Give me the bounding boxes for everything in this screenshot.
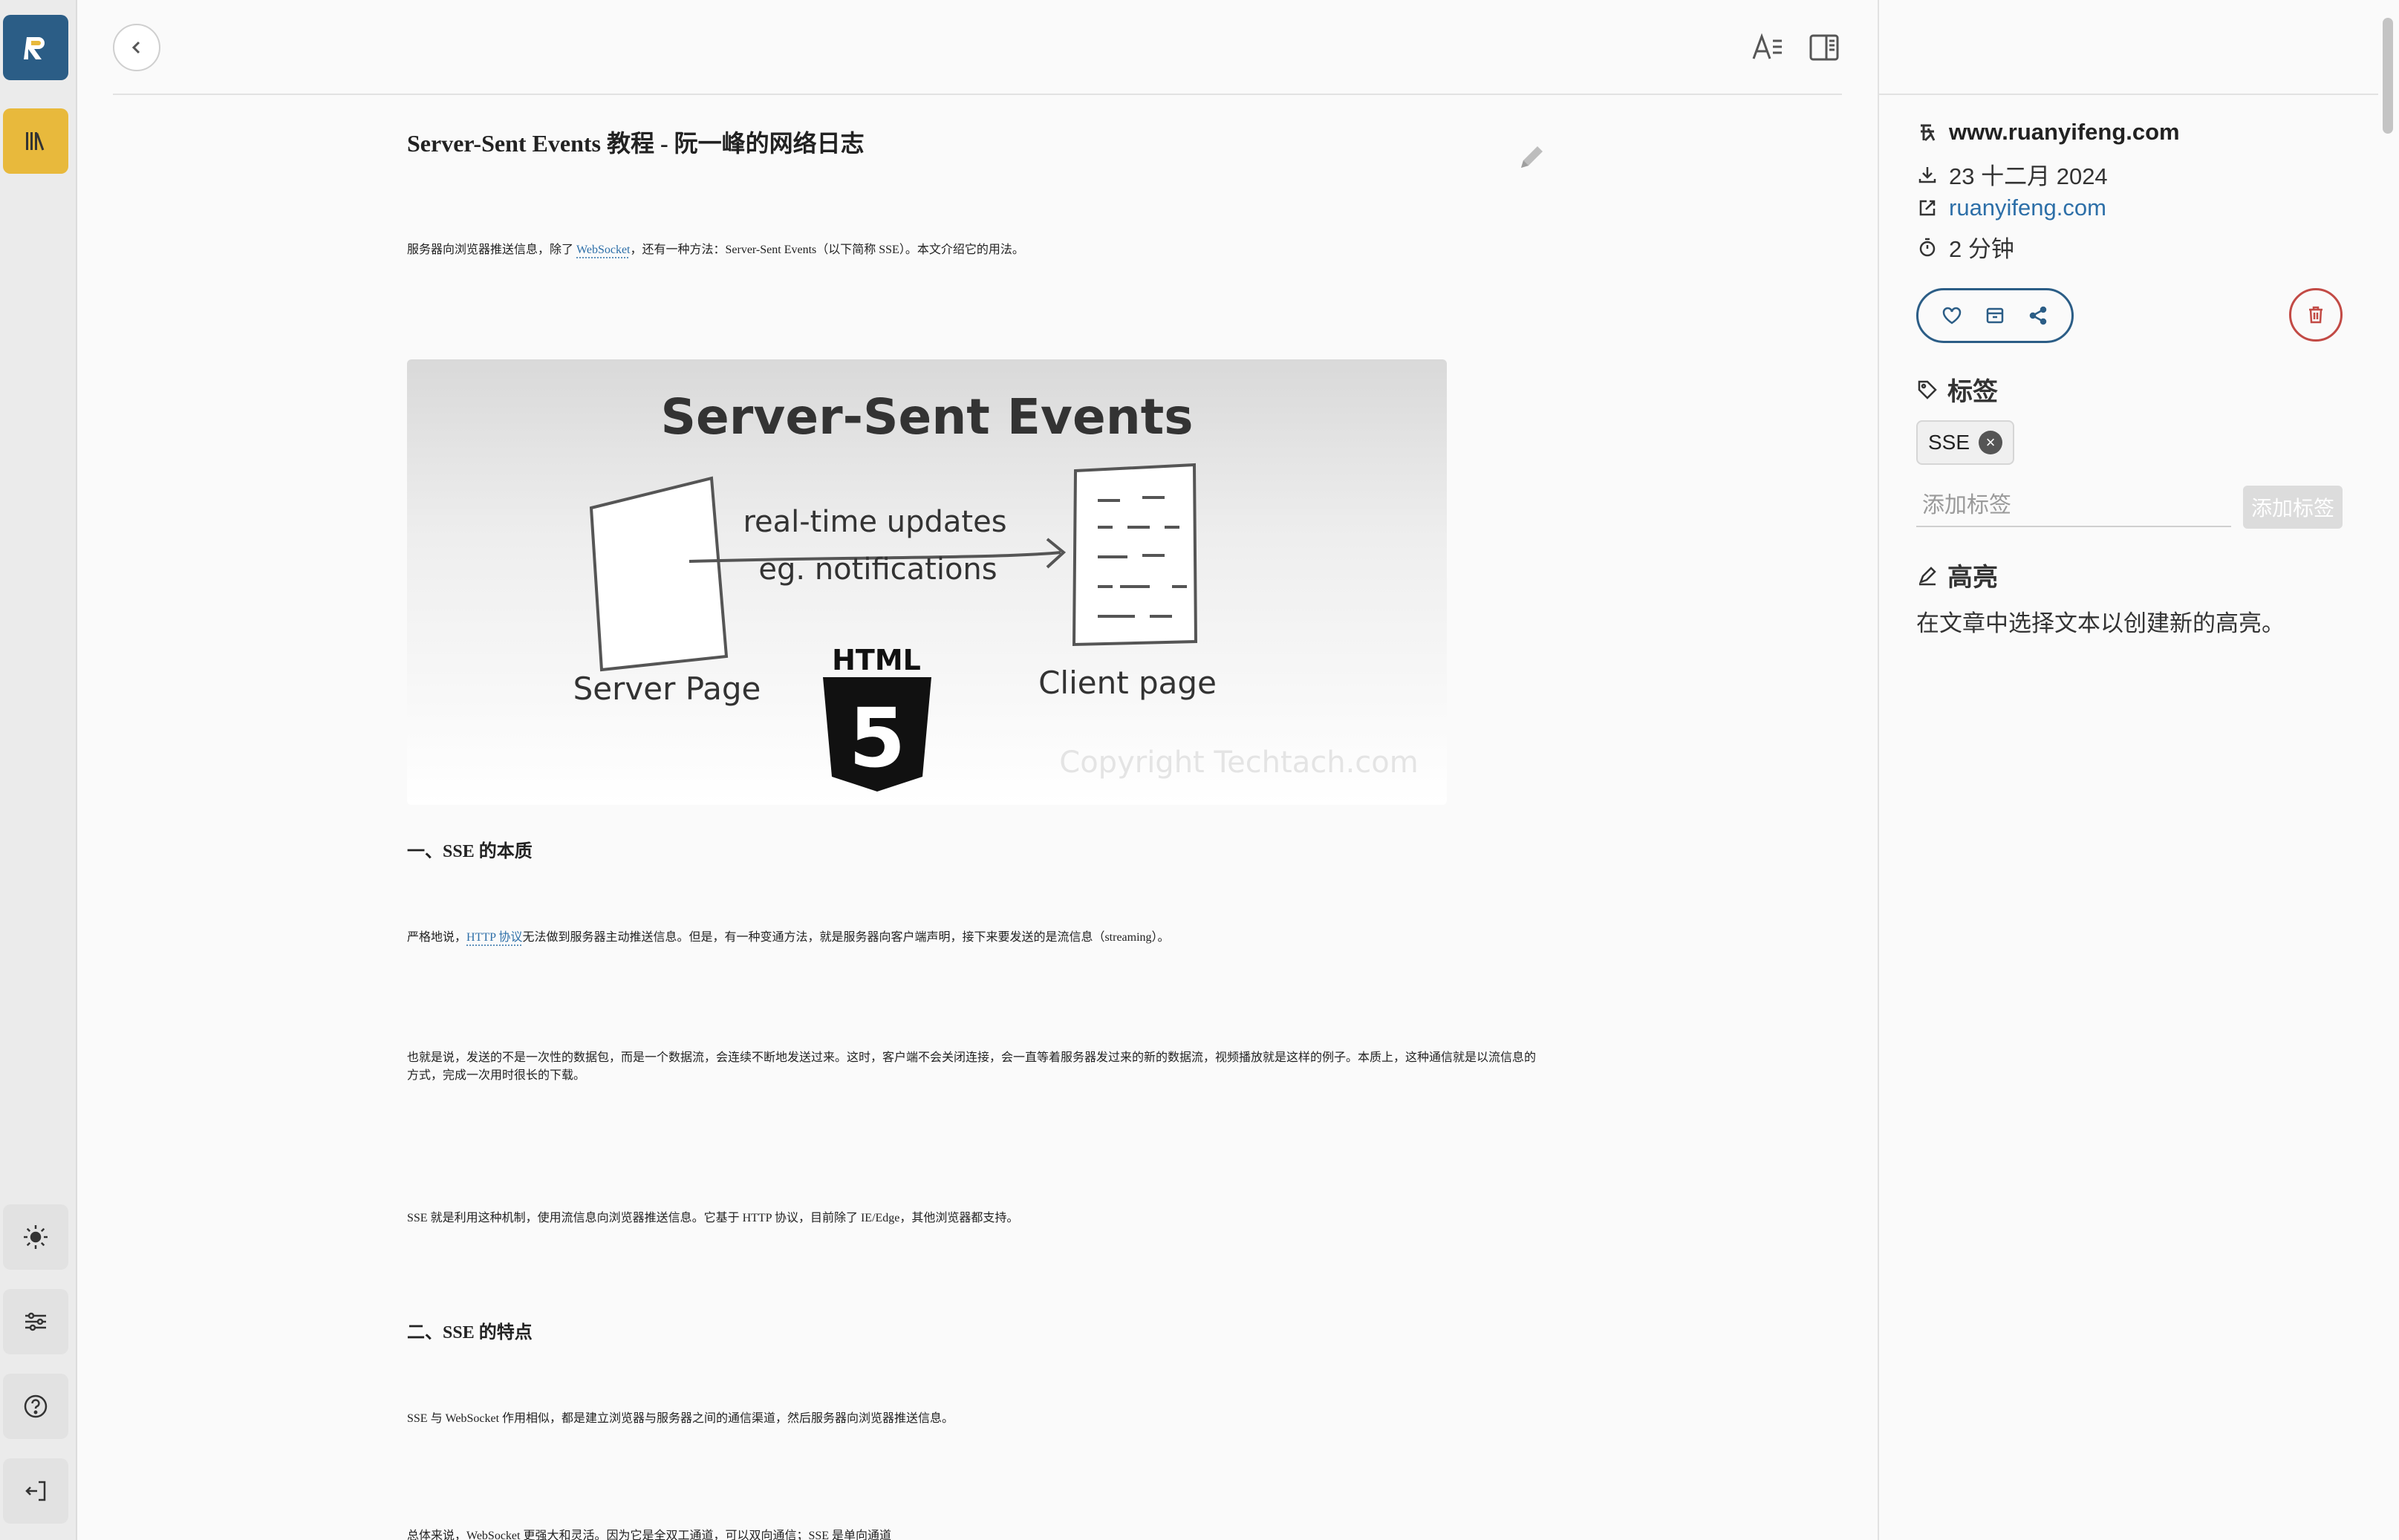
favorite-heart-icon[interactable] [1941, 304, 1963, 327]
help-button[interactable] [3, 1374, 68, 1439]
sun-icon [24, 1225, 48, 1249]
hero-title: Server-Sent Events [660, 388, 1193, 446]
info-panel: www.ruanyifeng.com 23 十二月 2024 ruanyifen… [1878, 0, 2378, 1540]
panel-divider [1879, 94, 2378, 95]
edit-title-icon[interactable] [1515, 141, 1548, 174]
websocket-link[interactable]: WebSocket [576, 244, 630, 256]
saved-date-row: 23 十二月 2024 [1916, 157, 2108, 191]
theme-toggle-button[interactable] [3, 1204, 68, 1270]
sse-diagram: Server-Sent Events real-time updates eg.… [573, 388, 1419, 792]
p1-text-1: 严格地说， [407, 931, 467, 944]
add-tag-button[interactable]: 添加标签 [2243, 486, 2343, 529]
remove-tag-icon[interactable]: × [1979, 431, 2003, 454]
paragraph-3: SSE 就是利用这种机制，使用流信息向浏览器推送信息。它基于 HTTP 协议，目… [407, 1212, 1019, 1224]
section-heading-1: 一、SSE 的本质 [407, 842, 533, 861]
read-time: 2 分钟 [1949, 236, 2014, 262]
http-protocol-link[interactable]: HTTP 协议 [466, 931, 522, 944]
download-icon [1918, 166, 1936, 183]
highlights-heading: 高亮 [1916, 557, 1998, 593]
highlighter-icon [1918, 566, 1936, 585]
toolbar-divider [113, 94, 1842, 95]
delete-button[interactable] [2289, 288, 2343, 342]
font-settings-icon [1752, 33, 1782, 59]
toggle-panel-button[interactable] [1805, 28, 1843, 67]
saved-date: 23 十二月 2024 [1949, 163, 2108, 189]
external-link-icon [1919, 200, 1936, 216]
logout-icon [25, 1481, 46, 1501]
timer-icon [1919, 238, 1936, 256]
tag-icon [1918, 380, 1937, 399]
paragraph-1: 严格地说，HTTP 协议无法做到服务器主动推送信息。但是，有一种变通方法，就是服… [407, 927, 1536, 944]
font-settings-button[interactable] [1748, 28, 1787, 67]
arrow-label-updates: real-time updates [743, 505, 1006, 539]
section-heading-2: 二、SSE 的特点 [407, 1323, 533, 1342]
sidebar-toggle-icon [1809, 34, 1839, 61]
left-rail [0, 0, 77, 1540]
server-page-label: Server Page [573, 671, 761, 707]
tags-heading: 标签 [1916, 371, 1998, 408]
tag-input[interactable] [1916, 486, 2231, 527]
help-circle-icon [24, 1394, 48, 1418]
chevron-left-icon [131, 41, 140, 54]
hero-watermark: Copyright Techtach.com [1059, 745, 1418, 780]
logout-button[interactable] [3, 1458, 68, 1524]
read-time-row: 2 分钟 [1916, 230, 2014, 264]
p1-text-2: 无法做到服务器主动推送信息。但是，有一种变通方法，就是服务器向客户端声明，接下来… [522, 931, 1170, 944]
reader-app-logo-icon [24, 37, 45, 59]
intro-text-2: ，还有一种方法：Server-Sent Events（以下简称 SSE）。本文介… [630, 244, 1024, 256]
tag-label: SSE [1928, 431, 1970, 454]
site-row: www.ruanyifeng.com [1916, 119, 2180, 146]
source-link[interactable]: ruanyifeng.com [1949, 195, 2106, 221]
paragraph-2: 也就是说，发送的不是一次性的数据包，而是一个数据流，会连续不断地发送过来。这时，… [407, 1051, 1537, 1082]
article-actions [1916, 288, 2074, 343]
server-page-sketch [589, 476, 729, 672]
paragraph-5: 总体来说，WebSocket 更强大和灵活。因为它是全双工通道，可以双向通信；S… [407, 1530, 892, 1540]
library-button[interactable] [3, 108, 68, 174]
back-button[interactable] [113, 24, 160, 71]
client-page-label: Client page [1038, 665, 1217, 701]
preferences-button[interactable] [3, 1289, 68, 1354]
library-books-icon [26, 132, 45, 151]
source-row: ruanyifeng.com [1916, 195, 2106, 221]
trash-icon [2309, 306, 2322, 324]
intro-paragraph: 服务器向浏览器推送信息，除了 WebSocket，还有一种方法：Server-S… [407, 239, 1536, 257]
site-favicon-icon [1921, 124, 1936, 142]
article-title: Server-Sent Events 教程 - 阮一峰的网络日志 [407, 130, 865, 157]
share-icon[interactable] [2027, 304, 2049, 327]
sliders-icon [25, 1312, 46, 1331]
site-name: www.ruanyifeng.com [1949, 119, 2180, 145]
html5-number: 5 [849, 691, 906, 786]
highlights-heading-label: 高亮 [1947, 564, 1998, 592]
article-hero-image: Server-Sent Events real-time updates eg.… [407, 359, 1447, 805]
archive-icon[interactable] [1984, 304, 2006, 327]
paragraph-4: SSE 与 WebSocket 作用相似，都是建立浏览器与服务器之间的通信渠道，… [407, 1412, 954, 1425]
app-root: Server-Sent Events 教程 - 阮一峰的网络日志 服务器向浏览器… [0, 0, 2399, 1540]
app-logo[interactable] [3, 15, 68, 80]
html5-label: HTML [832, 644, 921, 676]
tags-heading-label: 标签 [1947, 378, 1998, 406]
arrow-label-notifications: eg. notifications [758, 552, 997, 587]
tag-chip[interactable]: SSE × [1916, 420, 2015, 465]
highlights-hint: 在文章中选择文本以创建新的高亮。 [1916, 610, 2285, 636]
intro-text-1: 服务器向浏览器推送信息，除了 [407, 244, 577, 256]
panel-scrollbar[interactable] [2383, 18, 2393, 134]
